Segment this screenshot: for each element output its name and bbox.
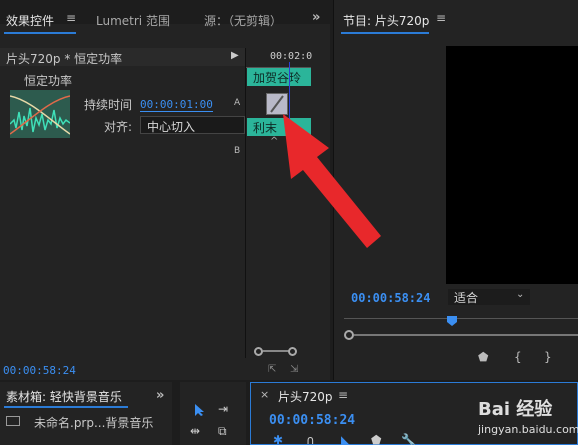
tab-effect-controls[interactable]: 效果控件 [6,12,54,29]
mark-out-icon[interactable]: } [544,350,552,364]
export-icon[interactable]: ⇱ [268,364,276,375]
program-playhead[interactable] [447,316,457,326]
baidu-watermark: Bai 经验 jingyan.baidu.com [478,385,578,445]
share-icon[interactable]: ⇲ [290,364,298,375]
clip-bottom[interactable]: 利末 [247,118,311,136]
project-panel: 素材箱: 轻快背景音乐 » 未命名.prp...背景音乐 [0,382,172,445]
align-dropdown-value: 中心切入 [147,120,196,134]
selection-tool-icon[interactable] [194,403,206,417]
transition-slash-icon [270,95,284,113]
tab-lumetri-scopes[interactable]: Lumetri 范围 [96,12,170,29]
project-item[interactable]: 未命名.prp...背景音乐 [34,414,153,431]
effect-controls-time[interactable]: 00:00:58:24 [3,364,76,377]
add-marker-icon[interactable]: ◣ [341,433,350,445]
program-monitor-panel: 节目: 片头720p ≡ 00:00:58:24 适合 ⌄ ⬟ { } [333,0,578,380]
track-b-label: B [234,146,241,156]
duration-value[interactable]: 00:00:01:00 [140,98,213,112]
razor-tool-icon[interactable]: ⧉ [218,424,227,439]
double-chevron-right-icon[interactable]: » [156,388,164,403]
hamburger-icon[interactable]: ≡ [338,388,348,402]
effect-controls-header: 片头720p * 恒定功率 ▶ [0,48,245,66]
zoom-scrollbar[interactable] [252,346,300,356]
align-dropdown[interactable]: 中心切入 [140,116,245,134]
fit-dropdown-value: 适合 [454,291,479,305]
zoom-handle-left[interactable] [254,347,263,356]
hamburger-icon[interactable]: ≡ [436,11,446,25]
timeline-title[interactable]: 片头720p [278,388,333,405]
time-ruler-label: 00:02:0 [270,51,313,62]
baidu-logo: Bai 经验 [478,399,553,420]
linked-selection-icon[interactable]: ∩ [306,433,315,445]
program-zoom-bar[interactable] [344,330,578,340]
zoom-handle-left[interactable] [344,330,354,340]
tab-source[interactable]: 源：（无剪辑） [204,12,282,29]
program-ruler[interactable] [344,318,578,324]
effect-controls-tabbar: 效果控件 ≡ Lumetri 范围 源：（无剪辑） » [0,0,330,34]
snap-icon[interactable]: ✱ [273,433,283,445]
close-icon[interactable]: × [260,388,269,401]
transition-thumbnail [10,90,70,138]
clip-bottom-label: 利末 [253,121,278,135]
track-select-tool-icon[interactable]: ⇥ [218,402,228,416]
add-marker-icon[interactable]: ⬟ [478,350,488,364]
program-title[interactable]: 节目: 片头720p [343,12,429,29]
program-tab-underline [341,32,429,34]
watermark-url: jingyan.baidu.com [478,423,578,436]
program-time[interactable]: 00:00:58:24 [351,291,430,305]
clip-top[interactable]: 加贺谷玲 [247,68,311,86]
align-label: 对齐: [104,120,133,134]
double-chevron-right-icon[interactable]: » [312,10,320,25]
effect-name: 恒定功率 [24,74,73,88]
project-tab-underline [4,406,128,408]
project-title[interactable]: 素材箱: 轻快背景音乐 [6,388,122,405]
tools-panel: ⇥ ⇹ ⧉ [180,382,246,445]
active-tab-underline [4,32,76,34]
transition-block[interactable] [266,93,288,115]
play-triangle-icon[interactable]: ▶ [231,50,239,61]
chevron-down-icon: ⌄ [516,289,525,300]
marker-icon[interactable]: ⬟ [371,433,381,445]
track-a-label: A [234,98,241,108]
playhead-line[interactable] [289,62,290,142]
wrench-icon[interactable]: 🔧 [401,433,416,445]
hamburger-icon[interactable]: ≡ [66,11,76,25]
duration-label: 持续时间 [84,98,133,112]
mark-in-icon[interactable]: { [514,350,522,364]
sequence-label: 片头720p * 恒定功率 [6,52,123,66]
video-preview[interactable] [446,46,578,284]
fit-dropdown[interactable]: 适合 ⌄ [448,289,530,305]
clip-top-label: 加贺谷玲 [253,71,302,85]
project-item-icon [6,416,20,426]
timeline-time[interactable]: 00:00:58:24 [269,413,355,428]
effect-controls-timeline: 00:02:0 加贺谷玲 利末 ^ ⇱ ⇲ [245,48,313,375]
zoom-handle-right[interactable] [288,347,297,356]
waveform-icon [10,90,70,138]
ripple-edit-tool-icon[interactable]: ⇹ [190,424,200,438]
zoom-bar-track [354,334,578,336]
zoom-bar [263,350,289,352]
ec-bottom-icons: ⇱ ⇲ [268,364,308,376]
caret-up-icon: ^ [270,136,279,147]
